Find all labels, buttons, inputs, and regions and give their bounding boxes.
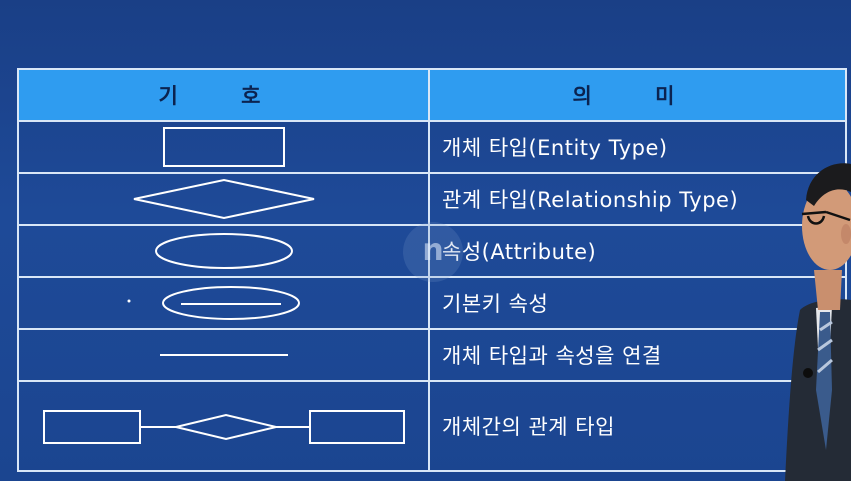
symbol-cell: [17, 172, 430, 226]
entity-rectangle-icon: [162, 127, 285, 167]
table-header-row: 기 호 의 미: [17, 68, 847, 122]
symbol-cell: [17, 120, 430, 174]
table-row: 개체간의 관계 타입: [17, 380, 847, 472]
table-row: 개체 타입과 속성을 연결: [17, 328, 847, 382]
symbol-cell: [17, 224, 430, 278]
entity-relationship-entity-icon: [42, 410, 405, 444]
table-row: 관계 타입(Relationship Type): [17, 172, 847, 226]
presenter-figure: [785, 163, 851, 481]
connector-line-icon: [159, 354, 288, 356]
attribute-ellipse-icon: [154, 233, 293, 269]
symbol-cell: [17, 276, 430, 330]
symbol-cell: [17, 328, 430, 382]
header-meaning: 의 미: [428, 68, 847, 122]
table-row: 기본키 속성: [17, 276, 847, 330]
table-row: 개체 타입(Entity Type): [17, 120, 847, 174]
relationship-diamond-icon: [133, 178, 314, 220]
primary-key-ellipse-icon: [127, 286, 300, 320]
header-symbol: 기 호: [17, 68, 430, 122]
logo-watermark: n: [403, 222, 463, 282]
symbol-cell: [17, 380, 430, 472]
